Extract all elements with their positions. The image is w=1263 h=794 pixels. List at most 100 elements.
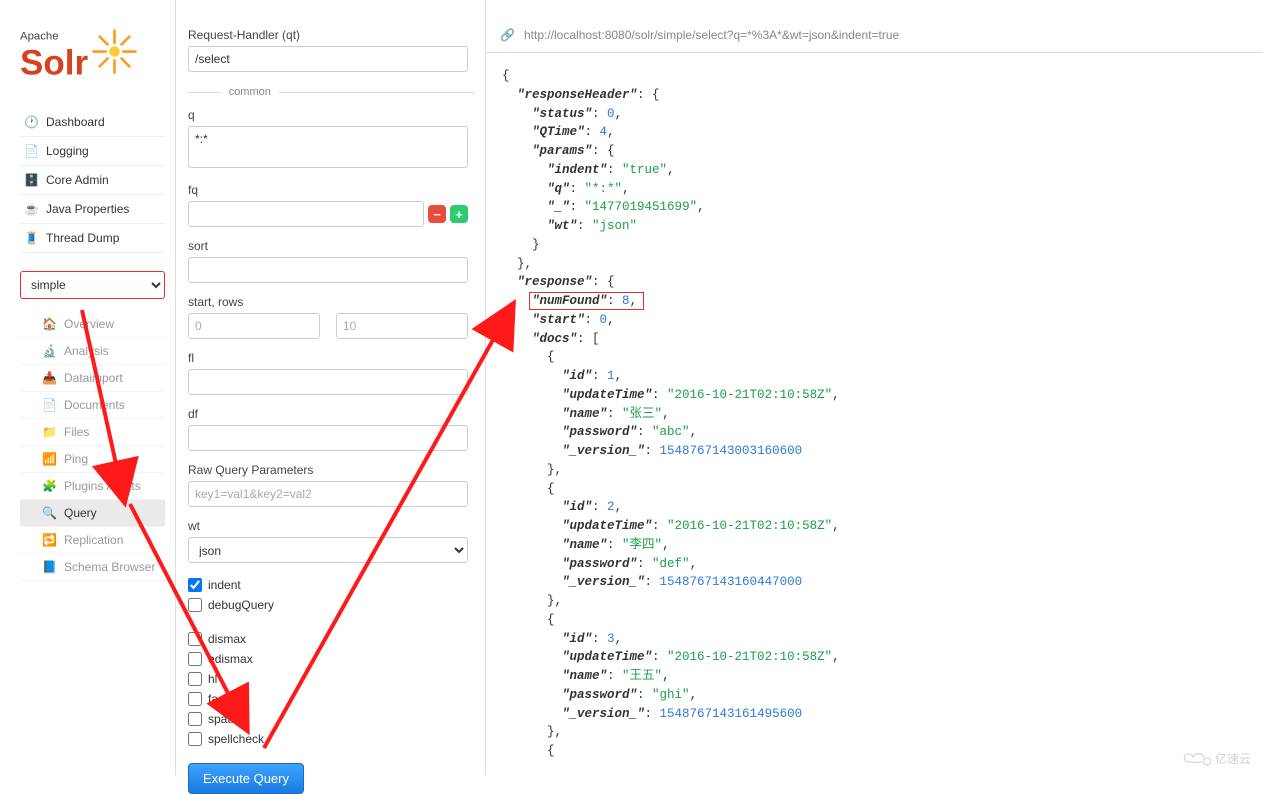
subnav-label: Documents — [64, 398, 125, 412]
watermark: 亿速云 — [1183, 749, 1251, 767]
funnel-icon: 🔬 — [42, 344, 56, 358]
solr-logo: Apache Solr — [20, 20, 160, 88]
svg-text:Solr: Solr — [20, 43, 88, 82]
link-icon: 🔗 — [500, 28, 514, 42]
nav-dashboard[interactable]: 🕐 Dashboard — [20, 108, 165, 137]
module-label: edismax — [208, 652, 253, 666]
nav-label: Core Admin — [46, 173, 109, 187]
sidebar: Apache Solr 🕐 Dashboard 📄 Logging 🗄️ Core A… — [0, 0, 175, 775]
subnav-label: Ping — [64, 452, 88, 466]
start-input[interactable] — [188, 313, 320, 339]
execute-query-button[interactable]: Execute Query — [188, 763, 304, 794]
fq-add-button[interactable]: + — [450, 205, 468, 223]
df-input[interactable] — [188, 425, 468, 451]
doc-icon: 📄 — [42, 398, 56, 412]
subnav-label: Plugins / Stats — [64, 479, 141, 493]
subnav-label: Files — [64, 425, 89, 439]
nav-thread-dump[interactable]: 🧵 Thread Dump — [20, 224, 165, 253]
indent-checkbox[interactable] — [188, 578, 202, 592]
indent-label: indent — [208, 578, 241, 592]
main-nav: 🕐 Dashboard 📄 Logging 🗄️ Core Admin ☕ Java P… — [20, 108, 165, 253]
db-icon: 🗄️ — [24, 173, 38, 187]
home-icon: 🏠 — [42, 317, 56, 331]
module-label: spatial — [208, 712, 243, 726]
plugin-icon: 🧩 — [42, 479, 56, 493]
subnav-files[interactable]: 📁 Files — [20, 419, 165, 446]
log-icon: 📄 — [24, 144, 38, 158]
debug-label: debugQuery — [208, 598, 274, 612]
core-select[interactable]: simple — [20, 271, 165, 299]
startrows-label: start, rows — [188, 295, 475, 309]
debug-checkbox[interactable] — [188, 598, 202, 612]
import-icon: 📥 — [42, 371, 56, 385]
subnav-replication[interactable]: 🔁 Replication — [20, 527, 165, 554]
search-icon: 🔍 — [42, 506, 56, 520]
subnav-schema[interactable]: 📘 Schema Browser — [20, 554, 165, 581]
nav-label: Logging — [46, 144, 89, 158]
sort-input[interactable] — [188, 257, 468, 283]
hl-checkbox[interactable] — [188, 672, 202, 686]
fq-remove-button[interactable]: − — [428, 205, 446, 223]
common-label: common — [229, 86, 271, 98]
q-input[interactable]: *:* — [188, 126, 468, 168]
subnav-label: Query — [64, 506, 97, 520]
fq-input[interactable] — [188, 201, 424, 227]
df-label: df — [188, 407, 475, 421]
raw-input[interactable] — [188, 481, 468, 507]
qt-label: Request-Handler (qt) — [188, 28, 475, 42]
subnav-overview[interactable]: 🏠 Overview — [20, 311, 165, 338]
dismax-checkbox[interactable] — [188, 632, 202, 646]
qt-input[interactable] — [188, 46, 468, 72]
subnav-ping[interactable]: 📶 Ping — [20, 446, 165, 473]
replication-icon: 🔁 — [42, 533, 56, 547]
q-label: q — [188, 108, 475, 122]
thread-icon: 🧵 — [24, 231, 38, 245]
subnav-label: Replication — [64, 533, 123, 547]
fq-label: fq — [188, 183, 475, 197]
subnav-dataimport[interactable]: 📥 Dataimport — [20, 365, 165, 392]
result-pane: 🔗 http://localhost:8080/solr/simple/sele… — [485, 0, 1263, 775]
query-form: Request-Handler (qt) common q *:* fq − +… — [175, 0, 485, 775]
subnav-query[interactable]: 🔍 Query — [20, 500, 165, 527]
module-label: hl — [208, 672, 217, 686]
book-icon: 📘 — [42, 560, 56, 574]
subnav-label: Dataimport — [64, 371, 123, 385]
nav-logging[interactable]: 📄 Logging — [20, 137, 165, 166]
subnav-label: Overview — [64, 317, 114, 331]
svg-text:Apache: Apache — [20, 30, 59, 42]
edismax-checkbox[interactable] — [188, 652, 202, 666]
core-selector: simple — [20, 271, 165, 299]
result-url-bar: 🔗 http://localhost:8080/solr/simple/sele… — [486, 18, 1263, 53]
folder-icon: 📁 — [42, 425, 56, 439]
sort-label: sort — [188, 239, 475, 253]
module-label: facet — [208, 692, 234, 706]
common-divider: common — [188, 86, 475, 98]
json-response: { "responseHeader": { "status": 0, "QTim… — [486, 53, 1263, 775]
module-label: spellcheck — [208, 732, 264, 746]
rows-input[interactable] — [336, 313, 468, 339]
subnav-documents[interactable]: 📄 Documents — [20, 392, 165, 419]
gauge-icon: 🕐 — [24, 115, 38, 129]
nav-java-properties[interactable]: ☕ Java Properties — [20, 195, 165, 224]
nav-label: Thread Dump — [46, 231, 119, 245]
raw-label: Raw Query Parameters — [188, 463, 475, 477]
wt-label: wt — [188, 519, 475, 533]
fl-input[interactable] — [188, 369, 468, 395]
subnav-label: Schema Browser — [64, 560, 155, 574]
spatial-checkbox[interactable] — [188, 712, 202, 726]
facet-checkbox[interactable] — [188, 692, 202, 706]
wt-select[interactable]: json — [188, 537, 468, 563]
result-url-link[interactable]: http://localhost:8080/solr/simple/select… — [524, 28, 899, 42]
nav-label: Java Properties — [46, 202, 129, 216]
core-subnav: 🏠 Overview 🔬 Analysis 📥 Dataimport 📄 Documen… — [20, 311, 165, 581]
fl-label: fl — [188, 351, 475, 365]
ping-icon: 📶 — [42, 452, 56, 466]
nav-core-admin[interactable]: 🗄️ Core Admin — [20, 166, 165, 195]
subnav-analysis[interactable]: 🔬 Analysis — [20, 338, 165, 365]
nav-label: Dashboard — [46, 115, 105, 129]
subnav-label: Analysis — [64, 344, 109, 358]
module-label: dismax — [208, 632, 246, 646]
java-icon: ☕ — [24, 202, 38, 216]
spellcheck-checkbox[interactable] — [188, 732, 202, 746]
subnav-plugins[interactable]: 🧩 Plugins / Stats — [20, 473, 165, 500]
